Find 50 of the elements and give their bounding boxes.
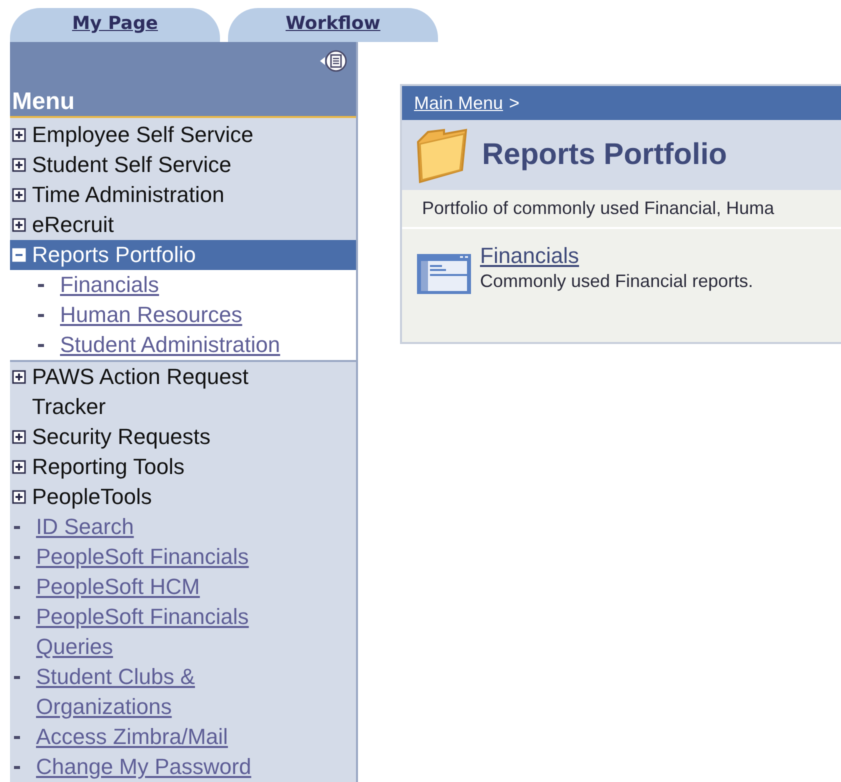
plus-icon[interactable] [12,430,26,444]
bullet-icon [14,676,20,679]
menu-link[interactable]: PeopleSoft Financials [36,542,249,572]
bullet-icon [38,284,44,287]
page-description: Portfolio of commonly used Financial, Huma [402,190,841,229]
bullet-icon [14,556,20,559]
minus-icon[interactable] [12,248,26,262]
menu-folder[interactable]: PAWS Action Request Tracker [10,362,356,422]
plus-icon[interactable] [12,460,26,474]
plus-icon[interactable] [12,490,26,504]
menu-folder[interactable]: Reporting Tools [10,452,356,482]
menu-folder[interactable]: Employee Self Service [10,120,356,150]
menu-link[interactable]: Change My Password [36,752,252,782]
menu-link[interactable]: PeopleSoft Financials Queries [36,602,288,662]
bullet-icon [38,314,44,317]
bullet-icon [14,586,20,589]
collapse-icon[interactable] [318,48,348,74]
breadcrumb-separator: > [509,92,520,114]
menu-folder[interactable]: Student Self Service [10,150,356,180]
tab[interactable]: My Page [10,8,220,42]
tab[interactable]: Workflow [228,8,438,42]
page-title: Reports Portfolio [482,138,727,172]
menu-link[interactable]: Financials [60,270,160,300]
menu-link[interactable]: Student Administration [60,330,280,360]
menu-link[interactable]: Human Resources [60,300,242,330]
menu-folder[interactable]: PeopleTools [10,482,356,512]
bullet-icon [14,526,20,529]
plus-icon[interactable] [12,218,26,232]
menu-folder[interactable]: Security Requests [10,422,356,452]
folder-icon [414,126,470,184]
report-link[interactable]: Financials [480,243,580,268]
menu-link[interactable]: PeopleSoft HCM [36,572,200,602]
menu-folder[interactable]: Time Administration [10,180,356,210]
report-window-icon [416,253,472,295]
bullet-icon [14,736,20,739]
plus-icon[interactable] [12,370,26,384]
menu-folder[interactable]: Reports Portfolio [10,240,356,270]
plus-icon[interactable] [12,158,26,172]
bullet-icon [14,616,20,619]
menu-link[interactable]: Student Clubs & Organizations [36,662,288,722]
menu-link[interactable]: Access Zimbra/Mail [36,722,228,752]
plus-icon[interactable] [12,188,26,202]
bullet-icon [14,766,20,769]
bullet-icon [38,344,44,347]
report-description: Commonly used Financial reports. [480,271,754,292]
plus-icon[interactable] [12,128,26,142]
menu-link[interactable]: ID Search [36,512,134,542]
breadcrumb-link[interactable]: Main Menu [414,92,504,114]
menu-folder[interactable]: eRecruit [10,210,356,240]
menu-title: Menu [11,88,76,116]
